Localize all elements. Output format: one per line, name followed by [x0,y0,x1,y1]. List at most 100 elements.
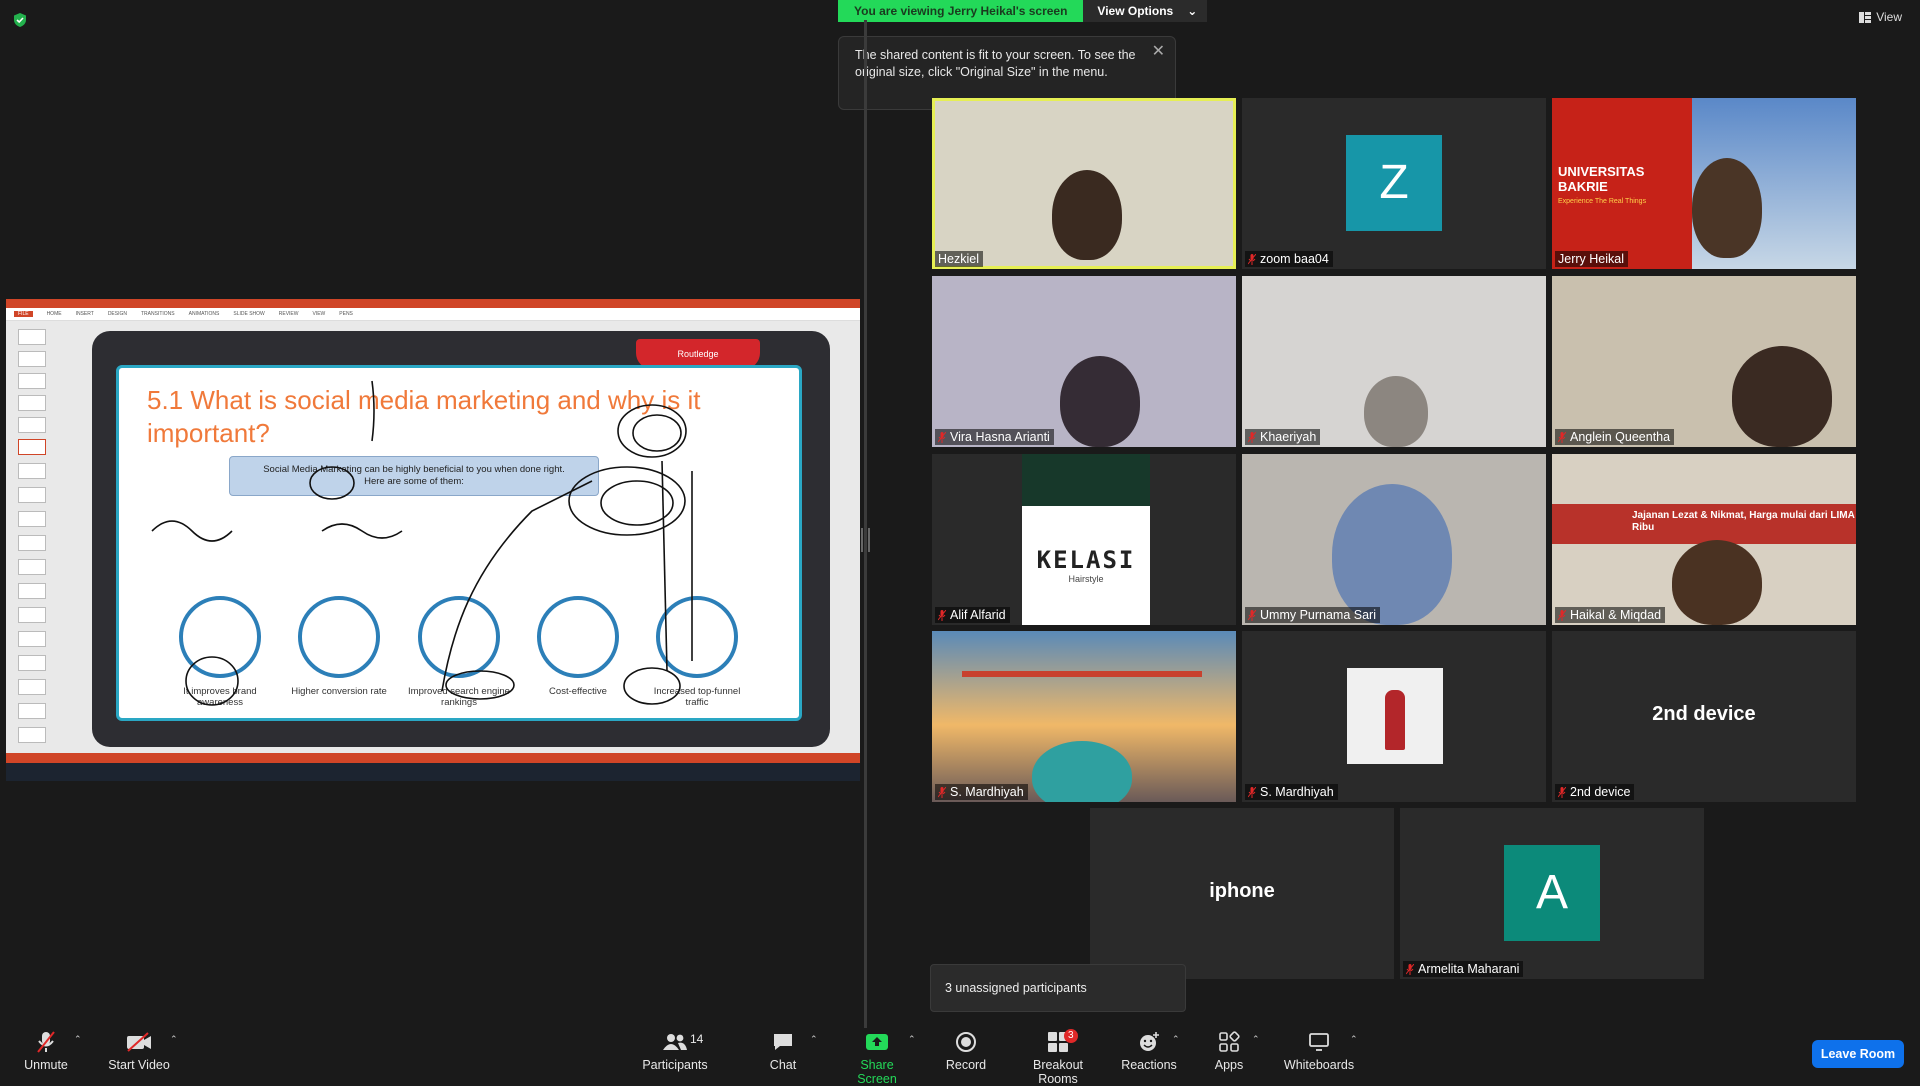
chevron-up-icon: ⌃ [74,1034,82,1044]
ppt-tab: VIEW [312,311,326,317]
chevron-down-icon: ⌄ [1187,4,1198,18]
mic-muted-icon [1248,431,1256,443]
participant-video [1052,170,1122,260]
record-button[interactable]: Record [944,1028,988,1072]
splitter-handle[interactable] [861,528,870,552]
participant-video [1032,741,1132,802]
encryption-shield-icon[interactable] [12,12,28,28]
video-tile[interactable]: Khaeriyah [1242,276,1546,447]
chat-button[interactable]: Chat [766,1028,800,1072]
video-tile[interactable]: KELASI Hairstyle Alif Alfarid [932,454,1236,625]
unassigned-participants-popup[interactable]: 3 unassigned participants [930,964,1186,1012]
video-tile[interactable]: UNIVERSITAS BAKRIE Experience The Real T… [1552,98,1856,269]
video-tile[interactable]: 2nd device 2nd device [1552,631,1856,802]
apps-button[interactable]: Apps [1212,1028,1246,1072]
slide-thumbnail [18,631,46,647]
chevron-up-icon: ⌃ [1350,1034,1358,1044]
chevron-up-icon: ⌃ [1252,1034,1260,1044]
ppt-title-bar [6,299,860,308]
video-tile[interactable]: Z zoom baa04 [1242,98,1546,269]
share-screen-button[interactable]: Share Screen [840,1028,914,1086]
participant-name: Jerry Heikal [1555,251,1628,267]
participant-video [1732,346,1832,447]
chevron-up-icon: ⌃ [810,1034,818,1044]
splitter[interactable] [864,20,867,1028]
view-button[interactable]: View [1859,10,1902,24]
participants-icon [663,1034,687,1050]
participant-display-name: 2nd device [1652,703,1756,725]
mic-muted-icon [1248,253,1256,265]
chevron-up-icon: ⌃ [908,1034,916,1044]
ppt-tab: TRANSITIONS [140,311,175,317]
participant-count: 14 [690,1032,704,1046]
view-options-label: View Options [1097,4,1174,18]
slide-thumbnail [18,373,46,389]
participant-name: Anglein Queentha [1555,429,1675,445]
mic-muted-icon [1406,963,1414,975]
kelasi-logo: KELASI [1036,546,1136,574]
slide-thumbnail [18,703,46,719]
windows-taskbar [6,763,860,781]
university-tagline: Experience The Real Things [1558,198,1647,205]
chat-icon [774,1034,792,1050]
video-tile[interactable]: S. Mardhiyah [1242,631,1546,802]
video-tile[interactable]: Vira Hasna Arianti [932,276,1236,447]
participant-name: Haikal & Miqdad [1555,607,1666,623]
breakout-badge: 3 [1064,1029,1078,1043]
kelasi-subtitle: Hairstyle [1068,574,1104,584]
video-tile[interactable]: A Armelita Maharani [1400,808,1704,979]
apps-icon [1219,1031,1240,1052]
breakout-rooms-button[interactable]: Breakout Rooms 3 [1012,1028,1104,1086]
mic-muted-icon [1558,431,1566,443]
video-tile[interactable]: Jajanan Lezat & Nikmat, Harga mulai dari… [1552,454,1856,625]
video-tile[interactable]: Ummy Purnama Sari [1242,454,1546,625]
participant-name: Vira Hasna Arianti [935,429,1054,445]
close-icon[interactable]: ✕ [1152,43,1165,60]
record-icon [956,1032,976,1052]
leave-room-button[interactable]: Leave Room [1812,1040,1904,1068]
start-video-label: Start Video [108,1058,170,1072]
reactions-button[interactable]: Reactions [1120,1028,1178,1072]
share-screen-icon [866,1034,888,1050]
shop-sign: Jajanan Lezat & Nikmat, Harga mulai dari… [1552,504,1856,544]
slide-thumbnail [18,607,46,623]
video-tile[interactable]: S. Mardhiyah [932,631,1236,802]
participant-name: Hezkiel [935,251,983,267]
participants-button[interactable]: Participants 14 [640,1028,710,1072]
unmute-button[interactable]: Unmute [20,1028,72,1072]
participant-video [1060,356,1140,447]
start-video-button[interactable]: Start Video [106,1028,172,1072]
university-logo-text: UNIVERSITAS BAKRIE [1558,164,1645,194]
apps-label: Apps [1214,1058,1244,1072]
view-options-button[interactable]: View Options ⌄ [1083,0,1208,22]
ppt-tab: DESIGN [107,311,127,317]
video-tile[interactable]: iphone [1090,808,1394,979]
chat-label: Chat [769,1058,797,1072]
participants-label: Participants [642,1058,708,1072]
participant-video [1332,484,1452,625]
pen-annotations [151,380,693,706]
participant-video [1692,158,1762,258]
video-tile[interactable]: Hezkiel [932,98,1236,269]
slide-canvas: Routledge 5.1 What is social media marke… [92,331,830,747]
slide-thumbnail [18,439,46,455]
tooltip-text: The shared content is fit to your screen… [855,48,1136,79]
bridge-background [962,671,1202,677]
chevron-up-icon: ⌃ [170,1034,178,1044]
unassigned-text: 3 unassigned participants [945,981,1087,995]
ppt-ribbon: FILE HOME INSERT DESIGN TRANSITIONS ANIM… [6,308,860,321]
ppt-tab: ANIMATIONS [188,311,220,317]
mic-muted-icon [1248,609,1256,621]
whiteboards-button[interactable]: Whiteboards [1282,1028,1356,1072]
profile-picture [1347,668,1443,764]
ppt-status-bar [6,753,860,763]
mic-muted-icon [938,609,946,621]
participant-avatar: A [1504,845,1600,941]
share-screen-label: Share Screen [857,1058,897,1086]
video-tile[interactable]: Anglein Queentha [1552,276,1856,447]
slide-thumbnail [18,583,46,599]
unmute-label: Unmute [24,1058,68,1072]
slide-thumbnail [18,487,46,503]
viewing-label: You are viewing Jerry Heikal's screen [838,0,1084,22]
camera-off-icon [127,1032,151,1052]
